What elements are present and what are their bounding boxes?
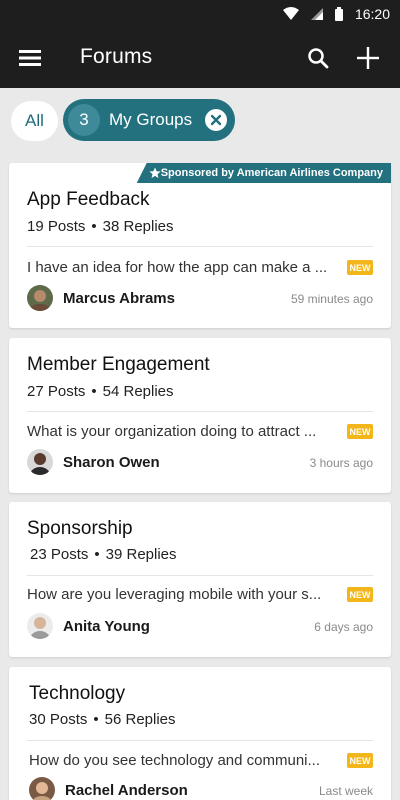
posts-count: 27 Posts	[27, 383, 86, 400]
latest-post-preview: How are you leveraging mobile with your …	[27, 586, 322, 603]
new-badge: NEW	[347, 260, 373, 275]
avatar-image	[27, 449, 53, 475]
app-bar: Forums	[0, 28, 400, 88]
post-time: 6 days ago	[314, 620, 373, 634]
author-name[interactable]: Marcus Abrams	[63, 290, 175, 307]
separator-dot: •	[91, 218, 97, 235]
divider	[27, 411, 373, 412]
star-icon	[149, 167, 161, 179]
separator-dot: •	[91, 383, 97, 400]
forum-title: App Feedback	[27, 189, 150, 210]
filter-chip-label: My Groups	[109, 110, 193, 129]
replies-count: 39 Replies	[105, 546, 177, 563]
new-badge: NEW	[347, 587, 373, 602]
separator-dot: •	[93, 711, 99, 728]
divider	[27, 740, 373, 741]
menu-button[interactable]	[10, 38, 50, 78]
forum-title: Sponsorship	[27, 518, 133, 539]
avatar-image	[27, 613, 53, 639]
signal-icon	[310, 8, 323, 20]
forum-card[interactable]: Member Engagement 27 Posts • 54 Replies Wh…	[9, 338, 391, 493]
search-icon	[308, 48, 329, 69]
forum-stats: 27 Posts • 54 Replies	[27, 383, 174, 400]
latest-post-preview: I have an idea for how the app can make …	[27, 259, 328, 276]
posts-count: 30 Posts	[29, 711, 88, 728]
avatar[interactable]	[27, 449, 53, 475]
divider	[27, 246, 373, 247]
posts-count: 23 Posts	[30, 546, 89, 563]
sponsor-banner: Sponsored by American Airlines Company	[136, 163, 391, 183]
posts-count: 19 Posts	[27, 218, 86, 235]
menu-icon	[19, 50, 41, 66]
filter-row: All 3 My Groups	[0, 88, 400, 154]
forum-stats: 19 Posts • 38 Replies	[27, 218, 174, 235]
filter-chip-all[interactable]: All	[11, 101, 58, 141]
author-name[interactable]: Anita Young	[63, 618, 150, 635]
forum-card[interactable]: Sponsorship 23 Posts • 39 Replies How are …	[9, 502, 391, 657]
forum-stats: 30 Posts • 56 Replies	[29, 711, 176, 728]
forum-stats: 23 Posts • 39 Replies	[30, 546, 177, 563]
forum-title: Member Engagement	[27, 354, 210, 375]
wifi-icon	[282, 7, 299, 20]
forum-card[interactable]: Sponsored by American Airlines Company A…	[9, 163, 391, 328]
group-count-badge: 3	[68, 104, 100, 136]
add-icon	[357, 47, 379, 69]
latest-post-preview: How do you see technology and communi...	[29, 752, 320, 769]
avatar[interactable]	[29, 777, 55, 800]
replies-count: 54 Replies	[102, 383, 174, 400]
replies-count: 56 Replies	[104, 711, 176, 728]
post-time: 3 hours ago	[309, 456, 373, 470]
status-bar: 16:20	[0, 0, 400, 28]
forum-title: Technology	[29, 683, 126, 704]
new-badge: NEW	[347, 753, 373, 768]
forum-card[interactable]: Technology 30 Posts • 56 Replies How do yo…	[9, 667, 391, 800]
post-time: 59 minutes ago	[290, 292, 373, 306]
status-time: 16:20	[354, 6, 390, 22]
post-time: Last week	[318, 784, 373, 798]
separator-dot: •	[94, 546, 100, 563]
author-name[interactable]: Sharon Owen	[63, 454, 160, 471]
replies-count: 38 Replies	[102, 218, 174, 235]
new-badge: NEW	[347, 424, 373, 439]
author-name[interactable]: Rachel Anderson	[65, 782, 188, 799]
avatar[interactable]	[27, 613, 53, 639]
add-forum-button[interactable]	[348, 38, 388, 78]
avatar-image	[27, 285, 53, 311]
close-icon	[210, 114, 222, 126]
battery-icon	[334, 7, 343, 21]
filter-chip-my-groups[interactable]: 3 My Groups	[63, 99, 235, 141]
divider	[27, 575, 373, 576]
avatar[interactable]	[27, 285, 53, 311]
clear-filter-button[interactable]	[205, 109, 227, 131]
sponsor-label: Sponsored by American Airlines Company	[160, 167, 383, 179]
page-title: Forums	[80, 45, 153, 68]
latest-post-preview: What is your organization doing to attra…	[27, 423, 317, 440]
search-button[interactable]	[298, 38, 338, 78]
avatar-image	[29, 777, 55, 800]
